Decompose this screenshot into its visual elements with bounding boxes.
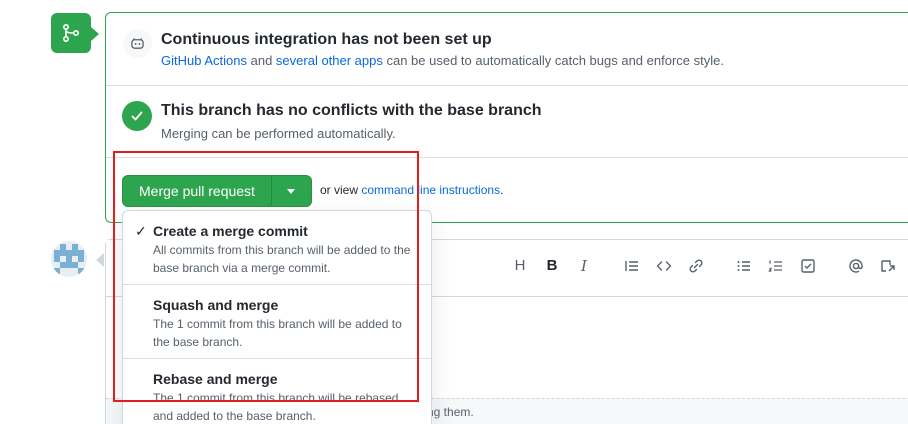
ci-text-rest: can be used to automatically catch bugs … bbox=[382, 53, 724, 68]
github-actions-link[interactable]: GitHub Actions bbox=[161, 53, 247, 68]
merge-pull-request-button[interactable]: Merge pull request bbox=[122, 175, 312, 207]
merge-box: Continuous integration has not been set … bbox=[105, 12, 908, 223]
ci-description: GitHub Actions and several other apps ca… bbox=[161, 53, 724, 68]
attach-files-hint: ng them. bbox=[427, 405, 474, 419]
cross-reference-icon[interactable] bbox=[877, 255, 899, 277]
conflicts-title: This branch has no conflicts with the ba… bbox=[161, 102, 542, 119]
heading-button[interactable]: H bbox=[509, 255, 531, 277]
check-circle-icon bbox=[122, 101, 152, 131]
badge-pointer bbox=[91, 27, 99, 41]
ci-section: Continuous integration has not been set … bbox=[106, 13, 908, 86]
check-icon: ✓ bbox=[135, 223, 147, 239]
avatar[interactable] bbox=[51, 241, 87, 277]
code-icon[interactable] bbox=[653, 255, 675, 277]
unordered-list-icon[interactable] bbox=[733, 255, 755, 277]
ci-title: Continuous integration has not been set … bbox=[161, 31, 492, 48]
or-view-prefix: or view bbox=[320, 183, 362, 197]
mention-icon[interactable] bbox=[845, 255, 867, 277]
merge-status-badge bbox=[51, 13, 91, 53]
command-line-link[interactable]: command line instructions bbox=[361, 183, 500, 197]
caret-down-icon[interactable] bbox=[287, 189, 295, 194]
ci-text-and: and bbox=[247, 53, 276, 68]
quote-icon[interactable] bbox=[621, 255, 643, 277]
squash-merge-option[interactable]: Squash and merge The 1 commit from this … bbox=[123, 285, 431, 359]
option-description: The 1 commit from this branch will be re… bbox=[153, 391, 399, 423]
merge-button-label: Merge pull request bbox=[139, 183, 255, 199]
merge-method-dropdown: ✓ Create a merge commit All commits from… bbox=[122, 210, 432, 424]
conflicts-description: Merging can be performed automatically. bbox=[161, 126, 396, 141]
or-view-period: . bbox=[500, 183, 504, 197]
italic-button[interactable]: I bbox=[573, 255, 595, 277]
option-description: The 1 commit from this branch will be ad… bbox=[153, 317, 402, 349]
option-description: All commits from this branch will be add… bbox=[153, 243, 411, 275]
link-icon[interactable] bbox=[685, 255, 707, 277]
option-title: Rebase and merge bbox=[153, 371, 278, 387]
conflicts-section: This branch has no conflicts with the ba… bbox=[106, 86, 908, 158]
other-apps-link[interactable]: several other apps bbox=[276, 53, 383, 68]
git-merge-icon bbox=[62, 23, 80, 43]
robot-icon bbox=[123, 29, 152, 58]
option-title: Create a merge commit bbox=[153, 223, 308, 239]
task-list-icon[interactable] bbox=[797, 255, 819, 277]
ordered-list-icon[interactable] bbox=[765, 255, 787, 277]
rebase-merge-option[interactable]: Rebase and merge The 1 commit from this … bbox=[123, 359, 431, 424]
merge-commit-option[interactable]: ✓ Create a merge commit All commits from… bbox=[123, 211, 431, 285]
button-divider bbox=[271, 176, 272, 206]
or-view-text: or view command line instructions. bbox=[320, 183, 503, 197]
option-title: Squash and merge bbox=[153, 297, 279, 313]
bold-button[interactable]: B bbox=[541, 255, 563, 277]
comment-pointer bbox=[96, 253, 104, 267]
